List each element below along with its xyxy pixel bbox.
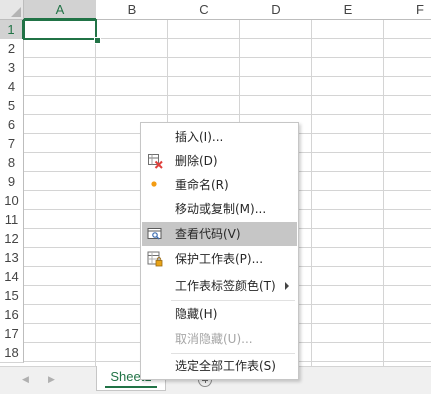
column-header-a[interactable]: A bbox=[24, 0, 97, 20]
sheet-tab-context-menu: 插入(I)... 删除(D) 重命名(R) 移动或复制(M)... 查看代码(V… bbox=[140, 122, 299, 380]
row-header-4[interactable]: 4 bbox=[0, 77, 24, 97]
protect-sheet-icon bbox=[147, 251, 163, 267]
menu-item-label: 查看代码(V) bbox=[175, 227, 241, 241]
row-header-16[interactable]: 16 bbox=[0, 305, 24, 325]
view-code-icon bbox=[147, 228, 162, 240]
menu-item-label: 保护工作表(P)... bbox=[175, 252, 264, 266]
row-header-12[interactable]: 12 bbox=[0, 229, 24, 249]
row-header-11[interactable]: 11 bbox=[0, 210, 24, 230]
delete-sheet-icon bbox=[148, 154, 163, 169]
row-header-18[interactable]: 18 bbox=[0, 343, 24, 363]
active-tab-underline bbox=[105, 386, 157, 388]
row-header-8[interactable]: 8 bbox=[0, 153, 24, 173]
row-header-2[interactable]: 2 bbox=[0, 39, 24, 59]
row-header-17[interactable]: 17 bbox=[0, 324, 24, 344]
select-all-triangle-icon bbox=[11, 7, 21, 17]
column-header-d[interactable]: D bbox=[240, 0, 313, 20]
menu-item-label: 移动或复制(M)... bbox=[175, 202, 267, 216]
fill-handle[interactable] bbox=[94, 37, 101, 44]
menu-item-label: 重命名(R) bbox=[175, 178, 229, 192]
scroll-right-icon[interactable]: ▶ bbox=[48, 373, 55, 387]
row-header-15[interactable]: 15 bbox=[0, 286, 24, 306]
menu-item-view-code[interactable]: 查看代码(V) bbox=[142, 222, 297, 246]
select-all-button[interactable] bbox=[0, 0, 24, 20]
row-header-6[interactable]: 6 bbox=[0, 115, 24, 135]
menu-item-protect-sheet[interactable]: 保护工作表(P)... bbox=[142, 247, 297, 271]
menu-item-select-all-sheets[interactable]: 选定全部工作表(S) bbox=[142, 354, 297, 378]
column-header-f[interactable]: F bbox=[384, 0, 431, 20]
menu-item-label: 删除(D) bbox=[175, 154, 218, 168]
column-header-c[interactable]: C bbox=[168, 0, 241, 20]
menu-item-hide[interactable]: 隐藏(H) bbox=[142, 302, 297, 326]
menu-item-label: 工作表标签颜色(T) bbox=[175, 279, 276, 293]
active-cell-a1[interactable] bbox=[23, 19, 97, 40]
row-header-9[interactable]: 9 bbox=[0, 172, 24, 192]
scroll-left-icon[interactable]: ◀ bbox=[22, 373, 29, 387]
column-header-e[interactable]: E bbox=[312, 0, 385, 20]
menu-item-rename[interactable]: 重命名(R) bbox=[142, 173, 297, 197]
submenu-arrow-icon bbox=[285, 282, 289, 290]
menu-item-label: 取消隐藏(U)... bbox=[175, 332, 253, 346]
menu-item-tab-color[interactable]: 工作表标签颜色(T) bbox=[142, 274, 297, 298]
menu-item-unhide[interactable]: 取消隐藏(U)... bbox=[142, 327, 297, 351]
menu-item-delete[interactable]: 删除(D) bbox=[142, 149, 297, 173]
row-header-5[interactable]: 5 bbox=[0, 96, 24, 116]
rename-dot-icon bbox=[151, 181, 157, 187]
menu-separator bbox=[171, 300, 295, 301]
row-header-10[interactable]: 10 bbox=[0, 191, 24, 211]
menu-item-insert[interactable]: 插入(I)... bbox=[142, 125, 297, 149]
menu-item-label: 隐藏(H) bbox=[175, 307, 218, 321]
menu-item-move-or-copy[interactable]: 移动或复制(M)... bbox=[142, 197, 297, 221]
menu-item-label: 插入(I)... bbox=[175, 130, 224, 144]
row-header-3[interactable]: 3 bbox=[0, 58, 24, 78]
menu-item-label: 选定全部工作表(S) bbox=[175, 359, 276, 373]
row-header-7[interactable]: 7 bbox=[0, 134, 24, 154]
column-header-b[interactable]: B bbox=[96, 0, 169, 20]
row-header-14[interactable]: 14 bbox=[0, 267, 24, 287]
row-header-1[interactable]: 1 bbox=[0, 20, 24, 40]
row-header-13[interactable]: 13 bbox=[0, 248, 24, 268]
